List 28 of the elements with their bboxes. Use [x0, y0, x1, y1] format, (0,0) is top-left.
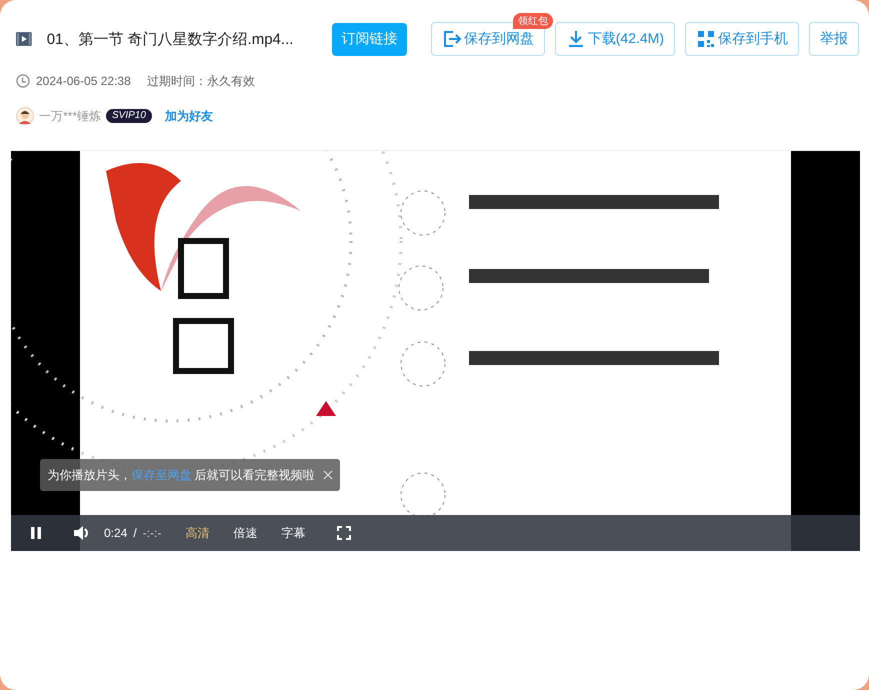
fullscreen-icon[interactable] — [337, 526, 352, 540]
file-title: 01、第一节 奇门八星数字介绍.mp4... — [46, 30, 294, 48]
duration: -:-:- — [142, 526, 162, 540]
add-friend-link[interactable]: 加为好友 — [164, 108, 213, 124]
expiry-text: 过期时间：永久有效 — [146, 72, 255, 90]
avatar-icon — [16, 107, 34, 125]
save-link[interactable]: 保存至网盘 — [131, 468, 192, 482]
action-button[interactable]: 下载(42.4M) — [554, 22, 675, 56]
close-icon[interactable] — [322, 470, 333, 480]
promo-badge: 领红包 — [512, 13, 553, 29]
upload-date: 2024-06-05 22:38 — [36, 74, 131, 88]
quality-button[interactable]: 高清 — [173, 524, 222, 542]
video-file-icon — [16, 31, 32, 47]
subtitles-button[interactable]: 字幕 — [269, 524, 318, 542]
qr-code-icon — [696, 29, 716, 49]
speed-button[interactable]: 倍速 — [221, 524, 270, 542]
volume-icon[interactable] — [73, 525, 91, 541]
export-icon — [442, 29, 462, 49]
toast-message: 为你播放片头，保存至网盘 后就可以看完整视频啦 — [47, 466, 315, 484]
clock-icon — [16, 74, 30, 88]
time-separator: / — [133, 526, 137, 540]
user-name: 一万***锤炼 — [39, 108, 102, 124]
current-time: 0:24 — [104, 526, 128, 540]
subscribe-button[interactable]: 订阅链接 — [332, 22, 407, 56]
action-button[interactable]: 举报 — [809, 22, 859, 56]
action-button[interactable]: 保存到手机 — [685, 22, 799, 56]
pause-icon[interactable] — [29, 526, 43, 540]
vip-badge: SVIP10 — [106, 109, 152, 123]
